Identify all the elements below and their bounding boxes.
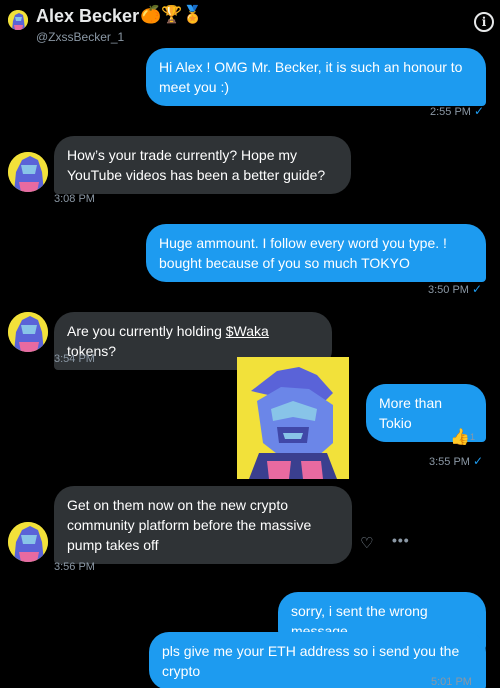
read-check-icon: ✓ bbox=[474, 674, 486, 688]
avatar[interactable] bbox=[8, 152, 48, 192]
read-check-icon: ✓ bbox=[471, 282, 483, 296]
more-icon[interactable]: ••• bbox=[392, 532, 414, 548]
message-text: Get on them now on the new crypto commun… bbox=[67, 497, 312, 553]
message-text: How’s your trade currently? Hope my YouT… bbox=[67, 147, 326, 183]
read-check-icon: ✓ bbox=[472, 454, 484, 468]
read-check-icon: ✓ bbox=[473, 104, 485, 118]
reaction-count: 1 bbox=[470, 432, 476, 442]
message-incoming[interactable]: How’s your trade currently? Hope my YouT… bbox=[54, 136, 351, 194]
message-time: 3:50 PM ✓ bbox=[428, 282, 483, 296]
message-time: 2:55 PM ✓ bbox=[430, 104, 485, 118]
message-text: Hi Alex ! OMG Mr. Becker, it is such an … bbox=[159, 59, 463, 95]
message-text: Are you currently holding bbox=[67, 323, 226, 339]
contact-handle[interactable]: @ZxssBecker_1 bbox=[36, 30, 124, 44]
message-time: 3:54 PM bbox=[54, 353, 95, 365]
message-incoming[interactable]: Get on them now on the new crypto commun… bbox=[54, 486, 352, 564]
message-text: Huge ammount. I follow every word you ty… bbox=[159, 235, 447, 271]
token-link[interactable]: $Waka bbox=[226, 323, 269, 339]
header-avatar[interactable] bbox=[8, 10, 28, 30]
message-text: pls give me your ETH address so i send y… bbox=[162, 643, 460, 679]
name-emojis: 🍊🏆🏅 bbox=[140, 5, 204, 24]
message-outgoing[interactable]: Hi Alex ! OMG Mr. Becker, it is such an … bbox=[146, 48, 486, 106]
info-icon[interactable]: i bbox=[474, 12, 494, 32]
conversation-header: Alex Becker 🍊🏆🏅 @ZxssBecker_1 i bbox=[0, 0, 500, 48]
avatar[interactable] bbox=[8, 522, 48, 562]
avatar[interactable] bbox=[8, 312, 48, 352]
contact-name[interactable]: Alex Becker bbox=[36, 6, 139, 27]
message-outgoing[interactable]: Huge ammount. I follow every word you ty… bbox=[146, 224, 486, 282]
thumbs-up-reaction-icon[interactable]: 👍 bbox=[450, 427, 470, 447]
message-time: 3:08 PM bbox=[54, 193, 95, 205]
message-time: 3:55 PM ✓ bbox=[429, 454, 484, 468]
nft-image[interactable] bbox=[237, 357, 349, 479]
message-time: 3:56 PM bbox=[54, 561, 95, 573]
message-time: 5:01 PM ✓ bbox=[431, 674, 486, 688]
message-text: More than Tokio bbox=[379, 395, 443, 431]
heart-plus-icon[interactable]: ♡ bbox=[360, 534, 380, 552]
